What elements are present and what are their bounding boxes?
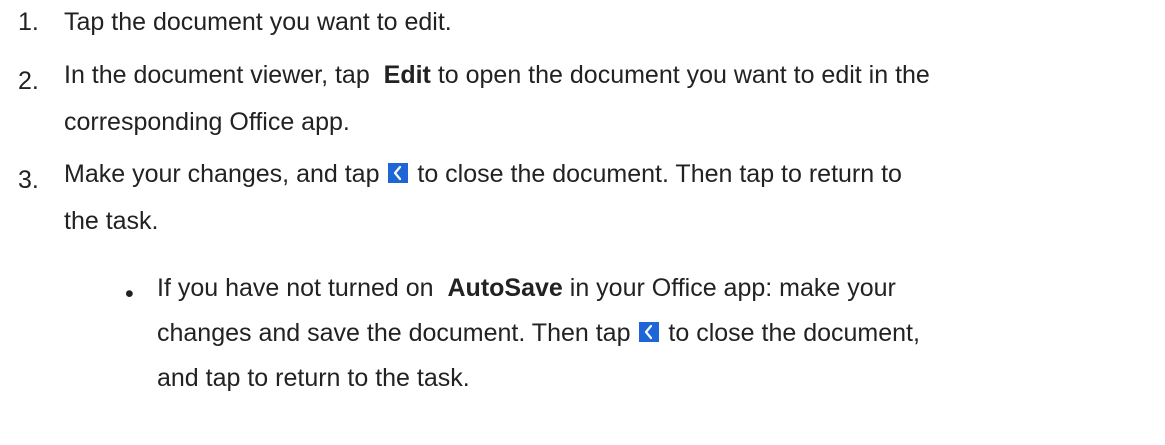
step-text-line-1: Make your changes, and tap to close the … (64, 160, 902, 189)
substep-line-1: If you have not turned on AutoSave in yo… (157, 274, 896, 303)
step-text-pre: In the document viewer, tap (64, 61, 370, 89)
substep-line-3: and tap to return to the task. (157, 364, 470, 392)
edit-label: Edit (383, 61, 431, 89)
step-text: Tap the document you want to edit. (64, 8, 452, 36)
chevron-left-icon (639, 322, 660, 342)
step-text-line-2: the task. (64, 207, 159, 235)
step-number: 3. (18, 166, 39, 194)
step-text-post: to close the document. Then tap to retur… (417, 160, 902, 188)
step-number: 1. (18, 8, 39, 36)
step-text-pre: Make your changes, and tap (64, 160, 380, 188)
substep-text-post: in your Office app: make your (569, 274, 896, 302)
substep-text-line2-pre: changes and save the document. Then tap (157, 319, 631, 347)
substep-text-line2-post: to close the document, (668, 319, 920, 347)
step-number: 2. (18, 67, 39, 95)
step-text-line-2: corresponding Office app. (64, 108, 350, 136)
bullet-icon: • (125, 280, 134, 308)
substep-text-pre: If you have not turned on (157, 274, 434, 302)
chevron-left-icon (388, 163, 409, 183)
autosave-label: AutoSave (447, 274, 563, 302)
step-text-line-1: In the document viewer, tap Edit to open… (64, 61, 930, 90)
step-text-post: to open the document you want to edit in… (437, 61, 930, 89)
substep-line-2: changes and save the document. Then tap … (157, 319, 920, 348)
